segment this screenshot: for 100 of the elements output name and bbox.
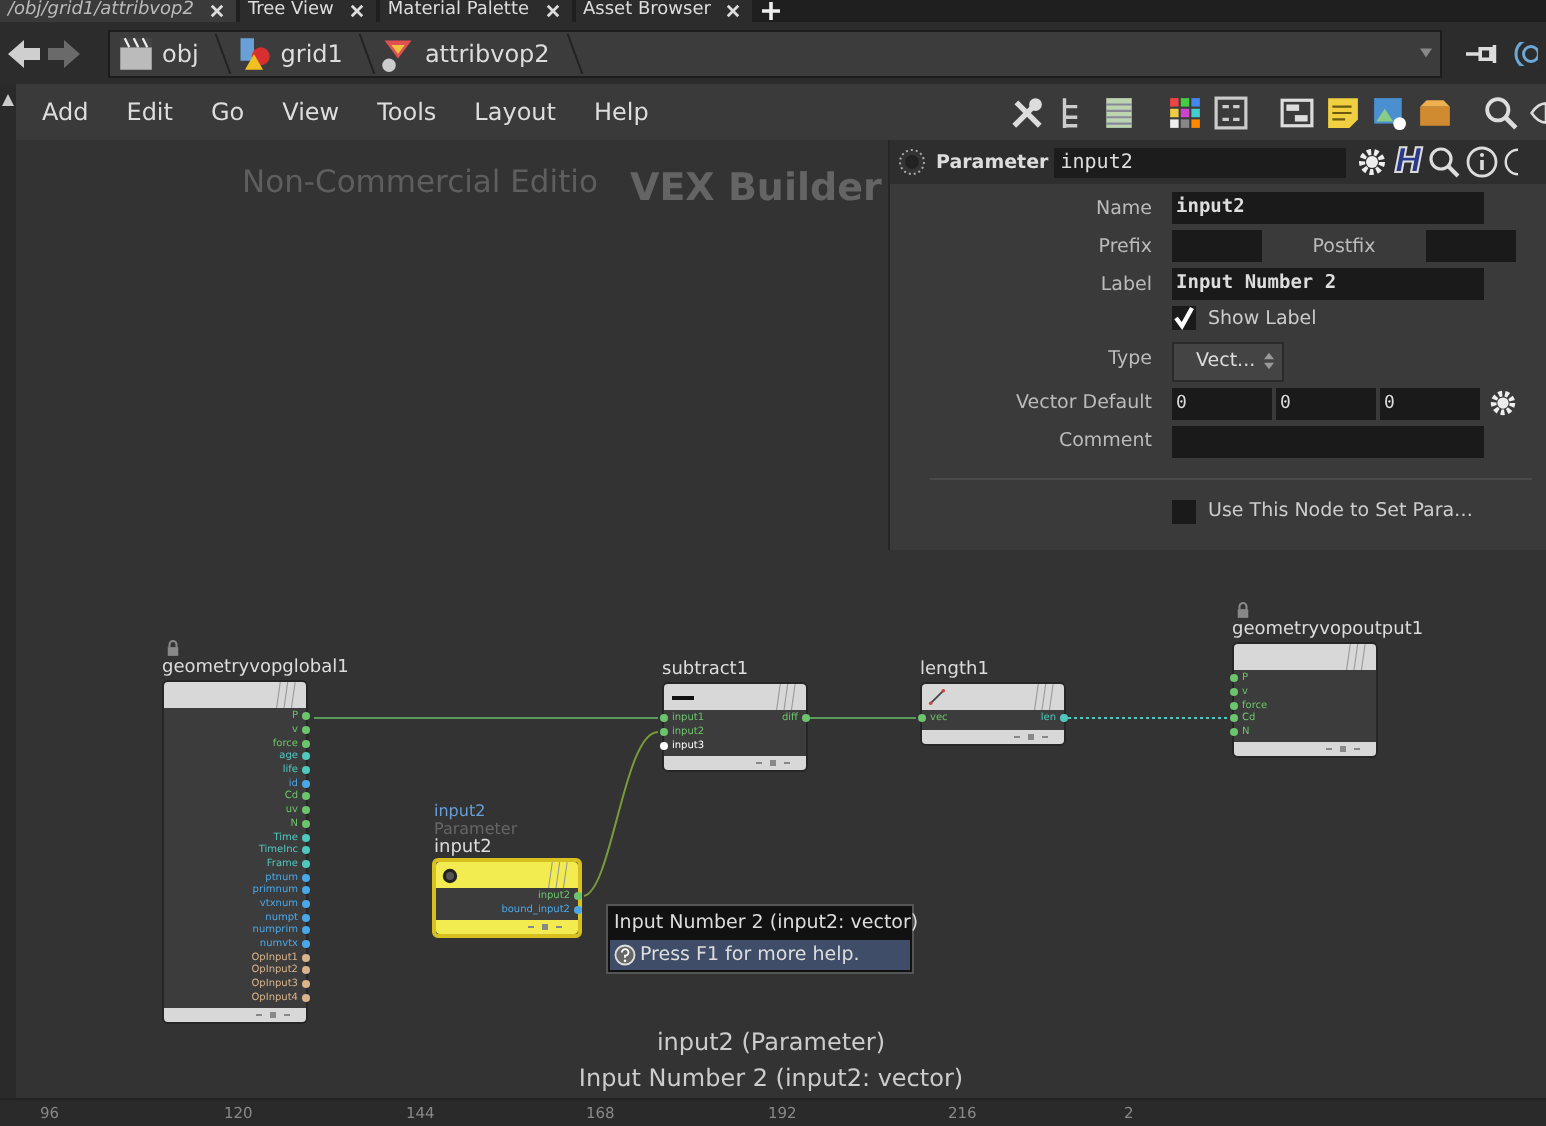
checkbox[interactable] [1172,306,1196,330]
checkbox[interactable] [1172,499,1196,523]
list-icon[interactable] [1102,95,1136,129]
spinner-arrows-icon[interactable] [1263,352,1274,370]
output-port[interactable] [1060,714,1068,723]
output-port[interactable] [302,859,310,868]
field-label: Label [1098,273,1152,295]
pin-icon[interactable] [1466,41,1498,65]
checkbox-label: Show Label [1208,307,1317,329]
close-icon[interactable] [545,4,560,18]
info-icon[interactable] [1466,146,1499,178]
prefix-field[interactable] [1172,230,1262,262]
close-icon[interactable] [726,4,741,18]
output-port[interactable] [302,873,310,882]
output-port[interactable] [302,726,310,735]
node-name-field[interactable]: input2 [1054,147,1347,177]
clapper-icon [118,35,154,71]
output-port[interactable] [302,926,310,935]
output-port[interactable] [302,766,310,775]
node-title: input2 [434,838,492,858]
tab[interactable]: Tree View [239,0,376,22]
type-dropdown[interactable]: Vect... [1172,341,1284,381]
path-segment[interactable]: attribvop2 [424,39,550,67]
output-port[interactable] [574,906,582,915]
input-port[interactable] [1230,728,1238,737]
wire [809,717,917,719]
input-port[interactable] [918,714,926,723]
gear-icon[interactable] [1488,388,1518,418]
field-label: Name [1093,197,1152,219]
output-port[interactable] [302,846,310,855]
output-port[interactable] [302,833,310,842]
output-port[interactable] [302,712,310,721]
tab[interactable]: /obj/grid1/attribvop2 [0,0,236,22]
output-port[interactable] [302,739,310,748]
tools-icon[interactable] [1010,95,1044,129]
vector-field[interactable]: 0 [1276,387,1376,419]
output-port[interactable] [802,714,810,723]
output-port[interactable] [302,819,310,828]
input-port[interactable] [1230,674,1238,683]
input-port[interactable] [660,714,668,723]
tab[interactable]: Material Palette [379,0,572,22]
menu-item[interactable]: Go [210,98,245,126]
close-icon[interactable] [349,4,364,18]
search-icon[interactable] [1428,146,1461,178]
knob-icon[interactable] [894,144,930,180]
search-icon[interactable] [1484,95,1518,129]
label-field[interactable]: Input Number 2 [1172,268,1484,300]
gear-icon[interactable] [1356,146,1389,178]
output-port[interactable] [302,940,310,949]
dropdown-arrow-icon[interactable] [1420,47,1432,57]
vop-icon [380,35,417,71]
status-text: Input Number 2 (input2: vector) [578,1062,964,1096]
input-port[interactable] [1230,688,1238,697]
path-field[interactable]: obj grid1 attribvop2 [108,29,1442,77]
back-icon[interactable] [8,39,40,67]
output-port[interactable] [302,792,310,801]
path-segment[interactable]: obj [162,39,199,67]
grid-layout-icon[interactable] [1214,95,1248,129]
output-port[interactable] [302,899,310,908]
menu-item[interactable]: Tools [377,98,437,126]
vector-field[interactable]: 0 [1172,387,1272,419]
output-port[interactable] [302,779,310,788]
postfix-field[interactable] [1426,230,1516,262]
menu-item[interactable]: Help [593,98,649,126]
grip-icon [1340,644,1368,670]
menu-item[interactable]: View [282,98,340,126]
menu-item[interactable]: Layout [474,98,556,126]
output-port[interactable] [302,980,310,989]
output-port[interactable] [302,752,310,761]
node-title: geometryvopglobal1 [162,658,349,678]
path-segment[interactable]: grid1 [280,39,343,67]
grip-icon [542,862,570,888]
input-port[interactable] [660,728,668,737]
output-port[interactable] [574,892,582,901]
menu-item[interactable]: Add [42,98,89,126]
input-port[interactable] [1230,714,1238,723]
output-port[interactable] [302,993,310,1002]
box-icon[interactable] [1418,95,1452,129]
name-field[interactable]: input2 [1172,192,1484,224]
tab[interactable]: Asset Browser [575,0,753,22]
output-port[interactable] [302,966,310,975]
menu-item[interactable]: Edit [126,98,173,126]
output-port[interactable] [302,953,310,962]
input-port[interactable] [660,741,668,750]
comment-field[interactable] [1172,425,1484,457]
add-tab-icon[interactable] [762,2,781,20]
help-icon[interactable] [1504,146,1519,178]
close-icon[interactable] [209,4,224,18]
field-label: Vector Default [1013,392,1152,414]
sticky-note-icon[interactable] [1326,95,1360,129]
output-port[interactable] [302,886,310,895]
vector-field[interactable]: 0 [1380,387,1480,419]
input-port[interactable] [1230,701,1238,710]
color-grid-icon[interactable] [1168,95,1202,129]
field-label: Comment [1056,430,1152,452]
output-port[interactable] [302,806,310,815]
collapse-icon[interactable] [2,90,14,110]
network-box-icon[interactable] [1280,95,1314,129]
image-add-icon[interactable] [1372,95,1406,129]
output-port[interactable] [302,913,310,922]
